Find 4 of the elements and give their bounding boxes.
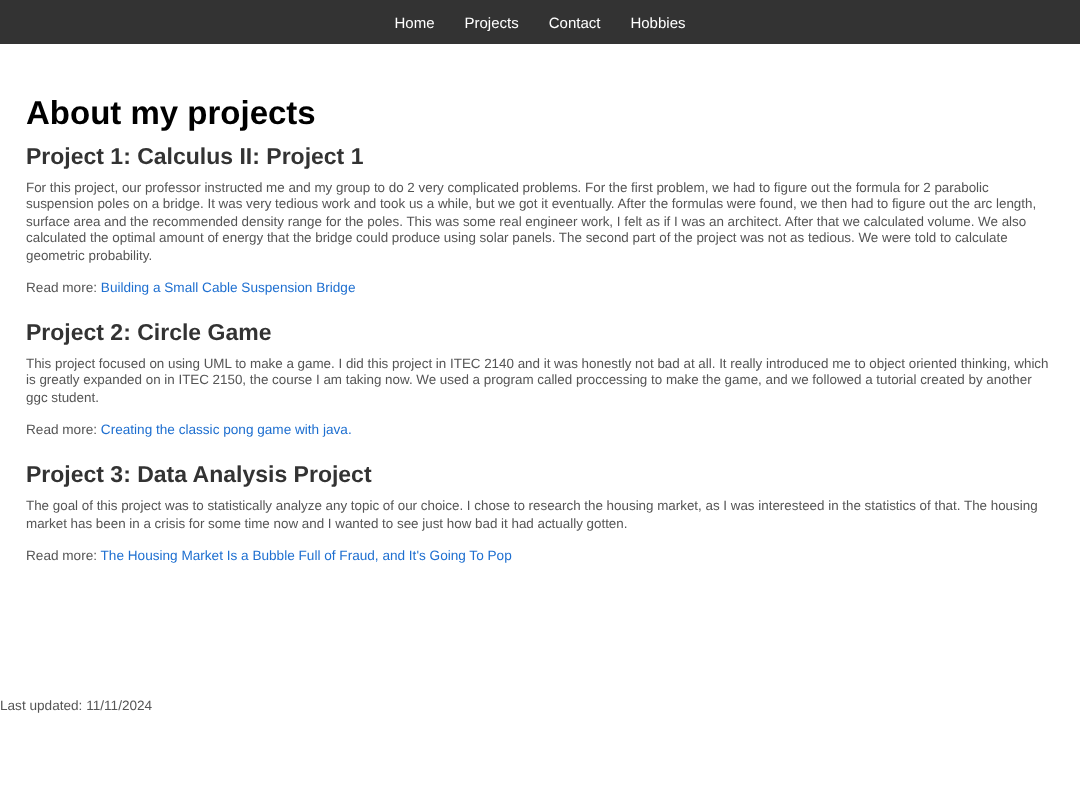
project-heading: Project 2: Circle Game [26, 322, 274, 347]
project-heading: Project 3: Data Analysis Project [26, 464, 374, 489]
page-title: About my projects [26, 96, 318, 134]
project-heading: Project 1: Calculus II: Project 1 [26, 146, 366, 170]
